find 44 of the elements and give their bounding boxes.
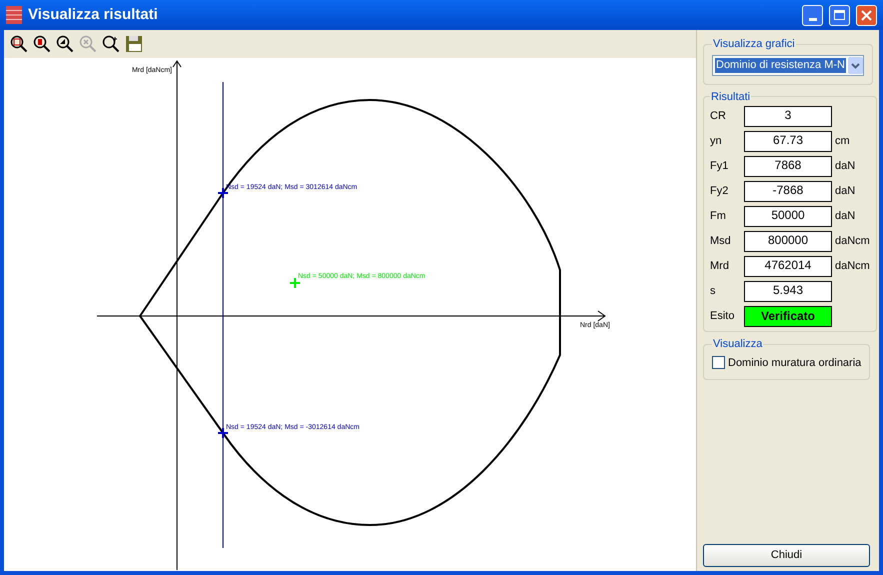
unit-label: cm — [835, 134, 850, 149]
group-title: Risultati — [710, 90, 752, 104]
group-title: Visualizza grafici — [712, 37, 796, 52]
value-field: -7868 — [744, 180, 832, 202]
unit-label: daN — [835, 184, 856, 199]
result-label: yn — [710, 134, 723, 149]
value-field: 800000 — [744, 230, 832, 252]
status-field: Verificato — [744, 306, 832, 326]
value-field: 5.943 — [744, 280, 832, 302]
minimize-icon — [808, 18, 816, 20]
unit-label: daN — [835, 208, 856, 224]
value-field: 3 — [744, 106, 832, 126]
zoom-back-icon[interactable] — [56, 35, 74, 53]
checkbox[interactable] — [712, 356, 725, 370]
result-label: Fm — [710, 208, 727, 224]
maximize-icon — [834, 10, 845, 20]
zoom-window-icon[interactable] — [10, 35, 28, 53]
unit-label: daNcm — [835, 258, 870, 274]
result-label: Esito — [710, 308, 736, 324]
value-field: 7868 — [744, 156, 832, 176]
result-label: s — [710, 284, 716, 299]
window-title: Visualizza risultati — [28, 4, 158, 25]
checkbox-label: Dominio muratura ordinaria — [728, 356, 862, 370]
minimize-button[interactable] — [802, 4, 823, 26]
result-label: Fy2 — [710, 184, 730, 199]
close-button[interactable] — [856, 4, 877, 26]
app-icon — [6, 6, 22, 24]
graph-select[interactable]: Dominio di resistenza M-N — [712, 54, 864, 76]
zoom-page-icon[interactable] — [33, 35, 51, 53]
close-icon — [861, 10, 872, 20]
value-field: 67.73 — [744, 130, 832, 152]
maximize-button[interactable] — [829, 4, 850, 26]
save-dxf-icon[interactable] — [125, 35, 143, 53]
zoom-in-out-icon[interactable] — [102, 35, 120, 53]
result-label: Msd — [710, 234, 732, 249]
close-dialog-button[interactable]: Chiudi — [703, 544, 870, 567]
result-label: Mrd — [710, 258, 730, 274]
result-label: CR — [710, 108, 727, 124]
result-label: Fy1 — [710, 158, 730, 174]
value-field: 50000 — [744, 206, 832, 226]
group-title: Visualizza — [712, 337, 764, 352]
unit-label: daNcm — [835, 234, 870, 249]
value-field: 4762014 — [744, 256, 832, 276]
unit-label: daN — [835, 158, 856, 174]
